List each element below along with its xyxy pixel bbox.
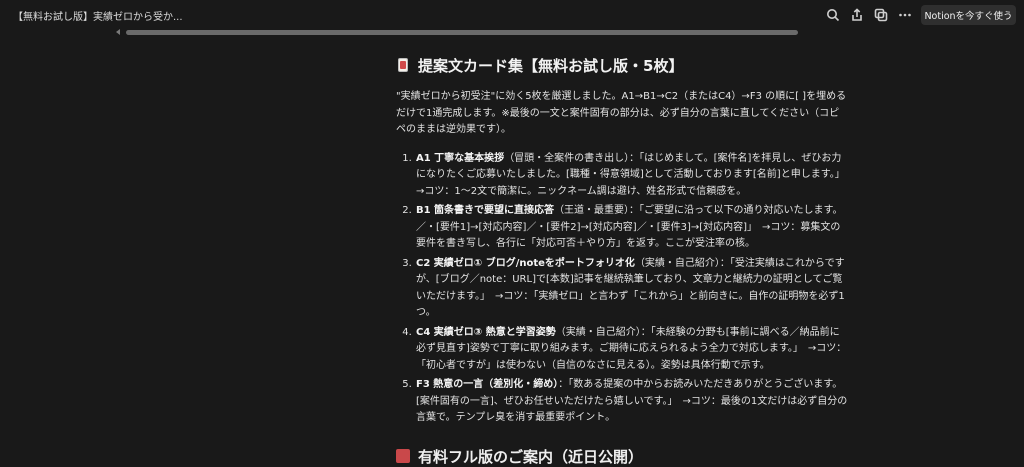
scroll-thumb[interactable]: [126, 30, 798, 35]
item-title: B1 箇条書きで要望に直接応答: [416, 205, 555, 216]
next-section-heading: 有料フル版のご案内（近日公開）: [396, 446, 696, 466]
top-bar: 【無料お試し版】実績ゼロから受か... Notionを今すぐ使う: [0, 0, 1024, 30]
use-notion-button[interactable]: Notionを今すぐ使う: [921, 5, 1016, 25]
share-icon[interactable]: [847, 5, 867, 25]
page-content: 提案文カード集【無料お試し版・5枚】 "実績ゼロから初受注"に効く5枚を厳選しま…: [396, 52, 850, 430]
list-item: F3 熱意の一言（差別化・締め）：「数ある提案の中からお読みいただきありがとうご…: [415, 377, 848, 427]
item-title: A1 丁寧な基本挨拶: [416, 152, 505, 164]
card-icon: [396, 57, 410, 73]
list-item: B1 箇条書きで要望に直接応答（王道・最重要）：「ご要望に沿って以下の通り対応い…: [415, 203, 848, 253]
gift-icon: [396, 449, 410, 463]
page-heading-text: 提案文カード集【無料お試し版・5枚】: [418, 56, 684, 75]
duplicate-icon[interactable]: [871, 5, 891, 25]
list-item: A1 丁寧な基本挨拶（冒頭・全案件の書き出し）：「はじめまして。[案件名]を拝見…: [415, 151, 850, 201]
horizontal-scrollbar[interactable]: [116, 29, 800, 36]
item-title: C2 実績ゼロ① ブログ/noteをポートフォリオ化: [416, 257, 635, 269]
list-item: C2 実績ゼロ① ブログ/noteをポートフォリオ化（実績・自己紹介）：「受注実…: [415, 256, 848, 322]
scroll-left-arrow-icon[interactable]: [116, 29, 120, 35]
intro-paragraph: "実績ゼロから初受注"に効く5枚を厳選しました。A1→B1→C2（またはC4）→…: [396, 91, 847, 135]
item-title: F3 熱意の一言（差別化・締め）: [416, 379, 559, 390]
page-heading: 提案文カード集【無料お試し版・5枚】: [396, 52, 848, 78]
next-section-heading-text: 有料フル版のご案内（近日公開）: [418, 447, 644, 466]
search-icon[interactable]: [823, 5, 843, 25]
list-item: C4 実績ゼロ③ 熱意と学習姿勢（実績・自己紹介）：「未経験の分野も[事前に調べ…: [415, 325, 848, 375]
page-title-tab[interactable]: 【無料お試し版】実績ゼロから受か...: [13, 8, 183, 23]
template-list: A1 丁寧な基本挨拶（冒頭・全案件の書き出し）：「はじめまして。[案件名]を拝見…: [396, 151, 850, 427]
item-title: C4 実績ゼロ③ 熱意と学習姿勢: [416, 326, 556, 338]
more-icon[interactable]: [895, 5, 915, 25]
